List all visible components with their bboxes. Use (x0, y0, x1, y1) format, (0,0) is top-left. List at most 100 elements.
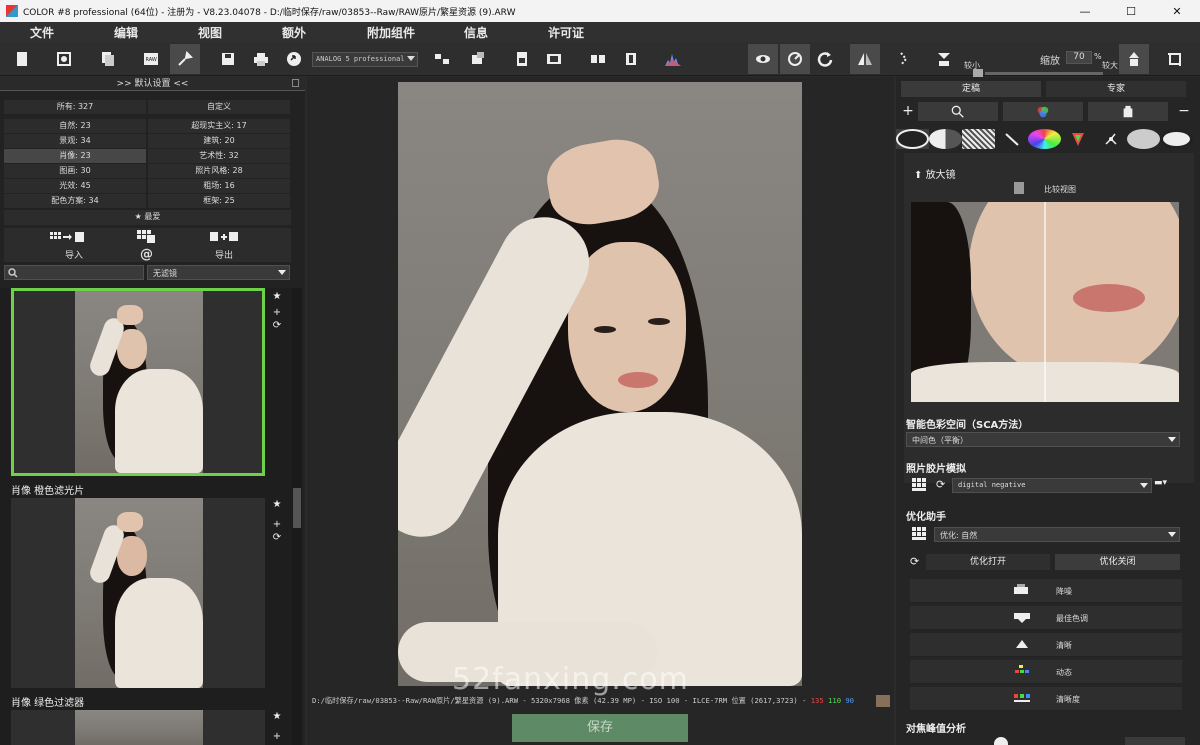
preset-select[interactable]: ANALOG 5 professional (312, 52, 418, 67)
noise-reduction-option[interactable]: 降噪 (910, 579, 1182, 603)
color-tool-button[interactable] (1003, 102, 1083, 121)
magnifier-tool-button[interactable] (918, 102, 998, 121)
raw-icon[interactable]: RAW (139, 47, 163, 71)
remove-tool-button[interactable]: − (1176, 103, 1192, 119)
contrast-icon[interactable] (929, 129, 962, 149)
preset-thumbnail[interactable] (11, 710, 265, 745)
auto-icon[interactable] (896, 129, 929, 149)
clarity-option[interactable]: 清晰 (910, 633, 1182, 657)
category-color-scheme[interactable]: 配色方案: 34 (4, 194, 146, 208)
export-icon[interactable] (210, 231, 240, 243)
curve-icon[interactable] (995, 129, 1028, 149)
size-slider[interactable] (973, 69, 1103, 77)
copy-icon[interactable] (96, 47, 120, 71)
preset-grid-icon[interactable] (137, 230, 155, 244)
export-up-icon[interactable] (1119, 44, 1149, 74)
mirror-icon[interactable] (850, 44, 880, 74)
batch-tools-icon[interactable] (170, 44, 200, 74)
panel-pin-icon[interactable] (292, 79, 299, 87)
category-frame[interactable]: 框架: 25 (148, 194, 290, 208)
add-icon[interactable]: + (271, 518, 283, 531)
maximize-button[interactable]: ☐ (1108, 0, 1154, 22)
sync-icon[interactable]: ⟳ (271, 531, 283, 544)
noise-icon[interactable] (962, 129, 995, 149)
minimize-button[interactable]: — (1062, 0, 1108, 22)
favorite-star-icon[interactable]: ★ (271, 498, 283, 511)
refresh-icon[interactable] (813, 47, 837, 71)
color-space-icon[interactable] (1061, 129, 1094, 149)
category-drawing[interactable]: 图画: 30 (4, 164, 146, 178)
magnifier-title[interactable]: ⬆ 放大镜 (914, 166, 956, 181)
scrollbar-thumb[interactable] (293, 488, 301, 528)
focus-peaking-controls[interactable] (1125, 737, 1185, 745)
aperture-icon[interactable] (1160, 129, 1193, 149)
optimizer-grid-icon[interactable] (912, 527, 930, 541)
retouch-icon[interactable] (1127, 129, 1160, 149)
category-portrait[interactable]: 肖像: 23 (4, 149, 146, 163)
category-photo-style[interactable]: 照片风格: 28 (148, 164, 290, 178)
category-custom[interactable]: 自定义 (148, 100, 290, 114)
step-icon[interactable] (893, 47, 917, 71)
preset-thumbnail-selected[interactable] (11, 288, 265, 476)
new-file-icon[interactable] (10, 47, 34, 71)
menu-file[interactable]: 文件 (0, 24, 84, 41)
focus-peaking-icon[interactable] (994, 737, 1008, 745)
preview-eye-icon[interactable] (748, 44, 778, 74)
optimizer-sync-icon[interactable]: ⟳ (910, 555, 919, 568)
favorites-button[interactable]: ★ 最爱 (4, 210, 291, 225)
export-label[interactable]: 导出 (154, 248, 294, 261)
import-icon[interactable] (50, 231, 90, 243)
compare-view-icon[interactable] (1014, 182, 1024, 194)
preset-thumbnail[interactable] (11, 498, 265, 688)
filter-select[interactable]: 无滤镜 (147, 265, 290, 280)
film-grid-icon[interactable] (912, 478, 930, 492)
save-button[interactable]: 保存 (512, 714, 688, 742)
main-photo[interactable] (398, 82, 802, 686)
histogram-icon[interactable] (661, 47, 685, 71)
magnifier-preview[interactable] (911, 202, 1179, 402)
document-icon[interactable] (510, 47, 534, 71)
category-landscape[interactable]: 景观: 34 (4, 134, 146, 148)
sca-select[interactable]: 中间色（平衡） (906, 432, 1180, 447)
color-wheel-icon[interactable] (1028, 129, 1061, 149)
thumbnail-scrollbar[interactable] (292, 288, 302, 745)
share-icon[interactable] (282, 47, 306, 71)
crop-rotate-icon[interactable] (1163, 47, 1187, 71)
email-button[interactable]: @ (140, 247, 153, 262)
menu-license[interactable]: 许可证 (506, 24, 626, 41)
layout-icon[interactable] (430, 47, 454, 71)
close-button[interactable]: ✕ (1154, 0, 1200, 22)
frame-icon[interactable] (542, 47, 566, 71)
optimizer-select[interactable]: 优化: 自然 (934, 527, 1180, 542)
category-all[interactable]: 所有: 327 (4, 100, 146, 114)
open-recent-icon[interactable] (52, 47, 76, 71)
zoom-input[interactable]: 70 (1066, 51, 1092, 64)
split-preview-icon[interactable] (780, 44, 810, 74)
film-sync-icon[interactable]: ⟳ (936, 478, 945, 491)
single-view-icon[interactable] (619, 47, 643, 71)
category-architecture[interactable]: 建筑: 20 (148, 134, 290, 148)
compare-layout-icon[interactable] (586, 47, 610, 71)
add-tool-button[interactable]: + (900, 103, 916, 119)
dynamic-option[interactable]: 动态 (910, 660, 1182, 684)
category-grain[interactable]: 粗场: 16 (148, 179, 290, 193)
export-settings-icon[interactable] (466, 47, 490, 71)
save-icon[interactable] (216, 47, 240, 71)
print-icon[interactable] (249, 47, 273, 71)
tab-expert[interactable]: 专家 (1046, 81, 1186, 97)
favorite-star-icon[interactable]: ★ (271, 290, 283, 303)
import-label[interactable]: 导入 (4, 248, 144, 261)
film-menu-icon[interactable]: ▬▾ (1154, 478, 1178, 493)
sharpness-option[interactable]: 清晰度 (910, 687, 1182, 711)
menu-info[interactable]: 信息 (446, 24, 506, 41)
menu-edit[interactable]: 编辑 (84, 24, 168, 41)
layers-tool-button[interactable] (1088, 102, 1168, 121)
menu-extra[interactable]: 额外 (252, 24, 336, 41)
add-icon[interactable]: + (271, 730, 283, 743)
menu-addons[interactable]: 附加组件 (336, 24, 446, 41)
best-tone-option[interactable]: 最佳色调 (910, 606, 1182, 630)
category-surreal[interactable]: 超现实主义: 17 (148, 119, 290, 133)
optimize-off-button[interactable]: 优化关闭 (1055, 554, 1180, 570)
category-artistic[interactable]: 艺术性: 32 (148, 149, 290, 163)
category-nature[interactable]: 自然: 23 (4, 119, 146, 133)
